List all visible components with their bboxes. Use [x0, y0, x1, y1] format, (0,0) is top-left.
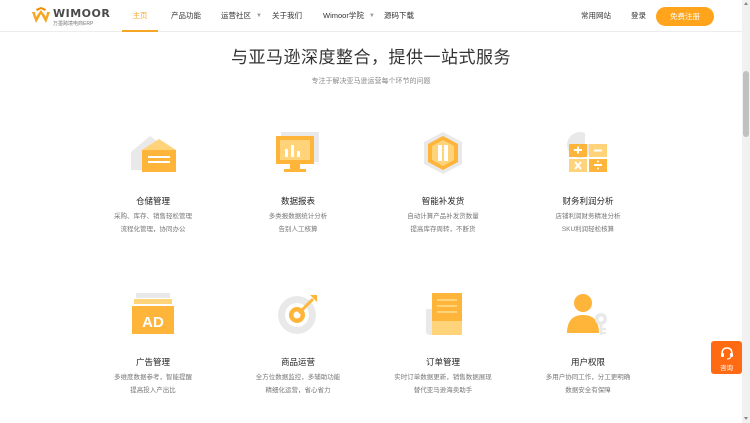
feature-name: 广告管理: [135, 357, 170, 367]
feature-name: 订单管理: [425, 357, 460, 367]
feature-name: 数据报表: [280, 196, 315, 206]
nav-community-label: 运营社区: [221, 11, 251, 20]
nav-source-download[interactable]: 源码下载: [384, 0, 414, 32]
site-header: WIMOOR 万墨跨境电商ERP 主页 产品功能 运营社区 ▼ 关于我们 Wimo…: [0, 0, 742, 32]
section-subtitle: 专注于解决亚马逊运营每个环节的问题: [311, 78, 431, 85]
feature-desc: 采购、库存、销售轻松管理 流程化管理，协同办公: [93, 210, 213, 236]
user-key-icon: [567, 294, 607, 335]
feature-desc-line: 替代亚马逊海卖助手: [413, 387, 473, 394]
feature-name: 商品运营: [280, 357, 315, 367]
feature-desc: 多类报数据统计分析 告别人工核算: [238, 210, 358, 236]
feature-name: 财务利润分析: [562, 196, 614, 206]
feature-desc: 自动计算产品补发货数量 提高库存周转，不断货: [383, 210, 503, 236]
nav-about-label: 关于我们: [272, 11, 302, 20]
svg-text:AD: AD: [142, 314, 164, 331]
page-scrollbar[interactable]: [742, 0, 750, 423]
wimoor-logo-icon: [32, 7, 50, 23]
feature-desc-line: 自动计算产品补发货数量: [407, 213, 479, 220]
consult-button[interactable]: 咨询: [711, 341, 742, 374]
scrollbar-thumb[interactable]: [743, 71, 749, 137]
feature-name: 智能补发货: [421, 196, 465, 206]
ad-icon: AD: [132, 293, 174, 334]
scroll-down-arrow-icon[interactable]: [744, 417, 748, 420]
feature-desc: 多维度数据参考，智能提醒 提高投入产出比: [93, 371, 213, 397]
register-button[interactable]: 免费注册: [656, 7, 714, 26]
order-icon: [426, 293, 462, 335]
feature-desc: 全方位数据监控，多辅助功能 精细化运营，省心省力: [238, 371, 358, 397]
feature-desc-line: 告别人工核算: [278, 226, 318, 233]
feature-desc: 实时订单数据更新，销售数据展现 替代亚马逊海卖助手: [383, 371, 503, 397]
nav-academy[interactable]: Wimoor学院 ▼: [323, 0, 375, 32]
feature-desc-line: 多维度数据参考，智能提醒: [114, 374, 192, 381]
feature-desc-line: 实时订单数据更新，销售数据展现: [394, 374, 492, 381]
scroll-up-arrow-icon[interactable]: [744, 2, 748, 5]
section-title: 与亚马逊深度整合，提供一站式服务: [231, 48, 511, 67]
chevron-down-icon: ▼: [368, 13, 375, 19]
brand-logo[interactable]: WIMOOR 万墨跨境电商ERP: [31, 6, 111, 28]
restock-icon: [424, 132, 462, 174]
report-icon: [276, 132, 319, 172]
nav-academy-label: Wimoor学院: [323, 11, 364, 20]
warehouse-icon: [131, 136, 176, 172]
feature-desc-line: 采购、库存、销售轻松管理: [114, 213, 192, 220]
feature-desc-line: 多用户协同工作，分工更明确: [545, 374, 631, 381]
chevron-down-icon: ▼: [256, 13, 262, 19]
feature-desc: 多用户协同工作，分工更明确 数据安全有保障: [528, 371, 648, 397]
feature-name: 仓储管理: [135, 196, 170, 206]
feature-desc-line: 店铺利润财务精准分析: [555, 213, 621, 220]
brand-subtitle: 万墨跨境电商ERP: [53, 21, 94, 27]
feature-desc-line: 全方位数据监控，多辅助功能: [255, 374, 341, 381]
login-link[interactable]: 登录: [631, 0, 646, 32]
nav-source-download-label: 源码下载: [384, 11, 414, 20]
feature-desc-line: 提高投入产出比: [130, 387, 176, 394]
feature-desc-line: 流程化管理，协同办公: [120, 226, 186, 233]
nav-product-features-label: 产品功能: [171, 11, 201, 20]
nav-home[interactable]: 主页: [122, 0, 158, 32]
consult-label: 咨询: [720, 365, 733, 372]
brand-name: WIMOOR: [53, 7, 111, 20]
target-icon: [278, 295, 317, 334]
feature-desc: 店铺利润财务精准分析 SKU利润轻松核算: [528, 210, 648, 236]
feature-desc-line: SKU利润轻松核算: [561, 226, 615, 233]
nav-product-features[interactable]: 产品功能: [171, 0, 201, 32]
nav-about[interactable]: 关于我们: [272, 0, 302, 32]
finance-icon: [567, 132, 607, 172]
feature-name: 用户权限: [570, 357, 605, 367]
nav-home-label: 主页: [132, 11, 148, 20]
common-sites-link[interactable]: 常用网站: [581, 0, 611, 32]
feature-desc-line: 多类报数据统计分析: [268, 213, 328, 220]
feature-desc-line: 提高库存周转，不断货: [410, 226, 476, 233]
feature-desc-line: 数据安全有保障: [565, 387, 611, 394]
nav-community[interactable]: 运营社区 ▼: [221, 0, 262, 32]
headset-icon: [721, 347, 733, 360]
feature-desc-line: 精细化运营，省心省力: [265, 387, 331, 394]
